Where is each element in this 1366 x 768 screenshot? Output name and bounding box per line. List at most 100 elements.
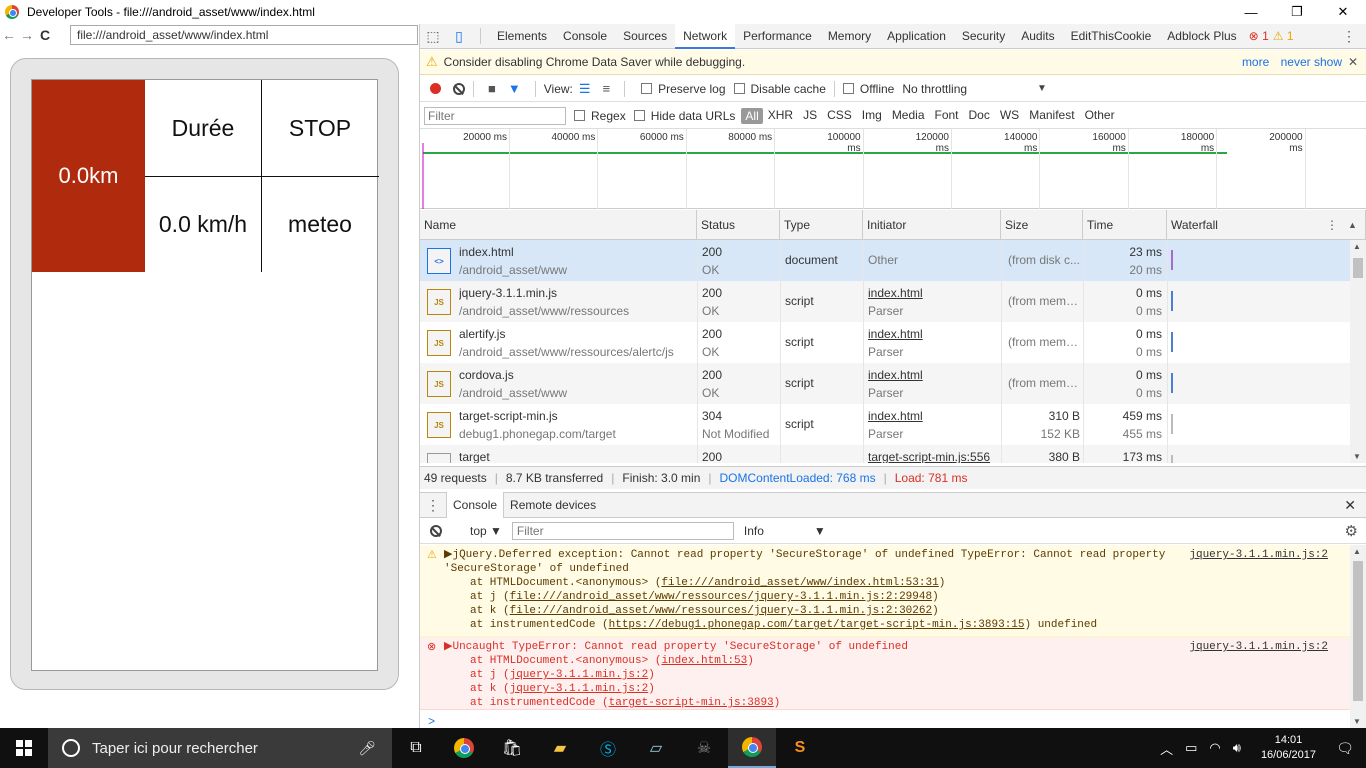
system-clock[interactable]: 14:01 16/06/2017 (1261, 733, 1316, 763)
store-icon[interactable]: 🛍︎ (488, 728, 536, 768)
hide-data-urls-checkbox[interactable] (633, 110, 645, 121)
context-select[interactable]: top ▼ (470, 524, 502, 538)
type-filter-js[interactable]: JS (798, 108, 822, 124)
back-icon[interactable]: ← (0, 27, 18, 43)
tab-application[interactable]: Application (879, 24, 954, 49)
stack-frame-link[interactable]: index.html:53 (661, 655, 747, 667)
tab-editthiscookie[interactable]: EditThisCookie (1063, 24, 1160, 49)
stack-frame-link[interactable]: jquery-3.1.1.min.js:2 (510, 683, 649, 695)
scroll-down-icon[interactable]: ▼ (1353, 717, 1361, 726)
wifi-icon[interactable]: ◠ (1209, 740, 1220, 756)
column-header-time[interactable]: Time (1083, 210, 1167, 240)
type-filter-other[interactable]: Other (1080, 108, 1120, 124)
tab-console[interactable]: Console (555, 24, 615, 49)
column-header-status[interactable]: Status (697, 210, 780, 240)
microphone-icon[interactable]: 🎤︎ (358, 740, 376, 757)
column-header-type[interactable]: Type (780, 210, 863, 240)
message-source-link[interactable]: jquery-3.1.1.min.js:2 (1189, 640, 1328, 654)
sublime-text-icon[interactable]: S (776, 728, 824, 768)
device-toolbar-icon[interactable]: ▯ (446, 24, 472, 49)
request-row[interactable]: <> index.html/android_asset/www 200 OK docum… (420, 240, 1350, 281)
game-icon[interactable]: ☠ (680, 728, 728, 768)
clear-icon[interactable] (453, 82, 465, 95)
waterfall-options-icon[interactable]: ⋮ (1326, 210, 1338, 240)
inspect-element-icon[interactable]: ⬚ (420, 24, 446, 49)
notepad-icon[interactable]: ▱ (632, 728, 680, 768)
type-filter-font[interactable]: Font (930, 108, 964, 124)
request-name[interactable]: target-script-min.js (459, 409, 695, 423)
volume-icon[interactable]: 🔊︎ (1233, 740, 1241, 756)
request-row[interactable]: JS cordova.js/android_asset/www 200 OK scrip… (420, 363, 1350, 404)
task-view-icon[interactable]: ⧉ (392, 728, 440, 768)
tab-audits[interactable]: Audits (1013, 24, 1062, 49)
tab-security[interactable]: Security (954, 24, 1013, 49)
tab-network[interactable]: Network (675, 23, 736, 49)
request-initiator-link[interactable]: index.html (868, 409, 998, 423)
infobar-never-show-link[interactable]: never show (1281, 55, 1342, 69)
tab-sources[interactable]: Sources (615, 24, 675, 49)
drawer-menu-icon[interactable]: ⋮ (420, 497, 446, 514)
type-filter-manifest[interactable]: Manifest (1024, 108, 1079, 124)
message-source-link[interactable]: jquery-3.1.1.min.js:2 (1189, 548, 1328, 562)
tab-adblock-plus[interactable]: Adblock Plus (1159, 24, 1244, 49)
stack-frame-link[interactable]: jquery-3.1.1.min.js:2 (510, 669, 649, 681)
skype-icon[interactable]: Ⓢ (584, 728, 632, 768)
log-level-select[interactable]: Info ▼ (744, 524, 826, 538)
sort-ascending-icon[interactable]: ▲ (1348, 210, 1357, 240)
stack-frame-link[interactable]: file:///android_asset/www/index.html:53:… (661, 577, 938, 589)
console-prompt[interactable]: > (428, 715, 435, 729)
capture-screenshots-icon[interactable]: ■ (488, 81, 496, 96)
type-filter-img[interactable]: Img (857, 108, 887, 124)
forward-icon[interactable]: → (18, 27, 36, 43)
scrollbar-thumb[interactable] (1353, 258, 1363, 278)
chrome-active-taskbar-icon[interactable] (728, 728, 776, 768)
error-count-badge[interactable]: ⊗ 1 (1249, 29, 1269, 43)
more-options-icon[interactable]: ⋮ (1342, 28, 1356, 45)
type-filter-xhr[interactable]: XHR (763, 108, 798, 124)
restore-button[interactable]: ❐ (1274, 0, 1320, 24)
request-row[interactable]: target 200 target-script-min.js:556 380 B 17… (420, 445, 1350, 463)
chrome-taskbar-icon[interactable] (440, 728, 488, 768)
file-explorer-icon[interactable]: ▰ (536, 728, 584, 768)
request-row[interactable]: JS jquery-3.1.1.min.js/android_asset/www/… (420, 281, 1350, 322)
tab-performance[interactable]: Performance (735, 24, 820, 49)
start-button[interactable] (0, 728, 48, 768)
request-initiator-link[interactable]: index.html (868, 286, 998, 300)
clear-console-icon[interactable] (430, 524, 442, 537)
disable-cache-checkbox[interactable] (733, 83, 745, 94)
column-header-name[interactable]: Name (420, 210, 697, 240)
minimize-button[interactable]: — (1228, 0, 1274, 24)
url-input[interactable] (70, 25, 418, 45)
request-initiator-link[interactable]: target-script-min.js:556 (868, 450, 998, 463)
scroll-up-icon[interactable]: ▲ (1353, 547, 1361, 556)
taskbar-search[interactable]: Taper ici pour rechercher 🎤︎ (48, 728, 392, 768)
request-name[interactable]: jquery-3.1.1.min.js (459, 286, 695, 300)
reload-icon[interactable]: C (36, 27, 54, 43)
throttling-select[interactable]: No throttling (902, 82, 967, 96)
stack-frame-link[interactable]: target-script-min.js:3893 (609, 697, 774, 709)
request-row[interactable]: JS target-script-min.js debug1.phonegap.co… (420, 404, 1350, 445)
type-filter-all[interactable]: All (741, 107, 763, 124)
warning-count-badge[interactable]: ⚠ 1 (1273, 29, 1294, 43)
tab-elements[interactable]: Elements (489, 24, 555, 49)
chevron-up-icon[interactable]: ︿ (1160, 739, 1173, 758)
request-name[interactable]: alertify.js (459, 327, 695, 341)
preserve-log-checkbox[interactable] (641, 83, 653, 94)
request-row[interactable]: JS alertify.js/android_asset/www/ressourc… (420, 322, 1350, 363)
stop-button[interactable]: STOP (261, 80, 379, 176)
close-drawer-icon[interactable]: ✕ (1344, 497, 1356, 514)
network-scrollbar[interactable]: ▲ ▼ (1350, 240, 1366, 463)
request-initiator-link[interactable]: index.html (868, 368, 998, 382)
drawer-tab-console[interactable]: Console (446, 492, 505, 518)
record-icon[interactable] (430, 83, 441, 94)
close-window-button[interactable]: ✕ (1320, 0, 1366, 24)
console-scrollbar[interactable]: ▲ ▼ (1350, 545, 1366, 728)
gear-icon[interactable]: ⚙ (1345, 522, 1358, 540)
meteo-button[interactable]: meteo (261, 176, 379, 272)
type-filter-doc[interactable]: Doc (964, 108, 995, 124)
filter-icon[interactable]: ▼ (508, 81, 521, 96)
notifications-icon[interactable]: 🗨︎ (1330, 740, 1360, 757)
request-initiator-link[interactable]: index.html (868, 327, 998, 341)
scroll-up-icon[interactable]: ▲ (1353, 242, 1361, 251)
console-filter-input[interactable] (511, 521, 734, 540)
